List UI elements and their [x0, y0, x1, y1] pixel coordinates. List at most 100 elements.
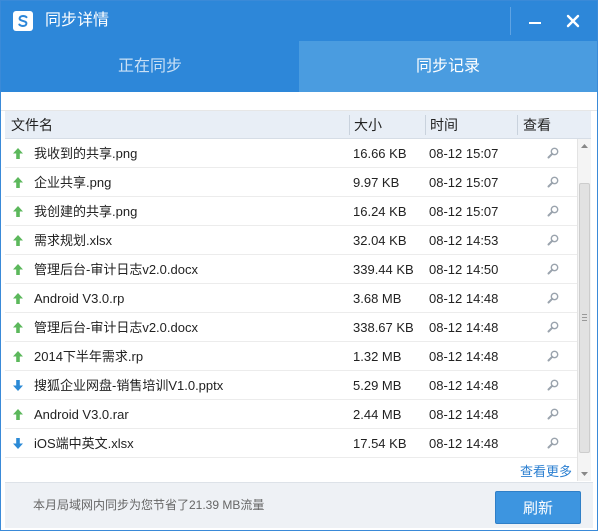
column-divider — [517, 115, 518, 135]
file-size: 339.44 KB — [353, 262, 414, 277]
table-row[interactable]: Android V3.0.rp 3.68 MB 08-12 14:48 — [5, 284, 577, 313]
file-name: Android V3.0.rar — [34, 407, 129, 422]
table-row[interactable]: Android V3.0.rar 2.44 MB 08-12 14:48 — [5, 400, 577, 429]
file-size: 338.67 KB — [353, 320, 414, 335]
app-logo-icon — [13, 11, 33, 31]
table-row[interactable]: 我创建的共享.png 16.24 KB 08-12 15:07 — [5, 197, 577, 226]
tab-syncing[interactable]: 正在同步 — [1, 41, 299, 92]
magnifier-icon[interactable] — [546, 233, 560, 247]
sync-time: 08-12 14:48 — [429, 378, 499, 393]
table-row[interactable]: 管理后台-审计日志v2.0.docx 338.67 KB 08-12 14:48 — [5, 313, 577, 342]
titlebar-divider — [510, 7, 511, 35]
upload-arrow-icon — [12, 292, 24, 305]
file-name: 2014下半年需求.rp — [34, 349, 144, 364]
table-row[interactable]: 需求规划.xlsx 32.04 KB 08-12 14:53 — [5, 226, 577, 255]
column-divider — [425, 115, 426, 135]
upload-arrow-icon — [12, 147, 24, 160]
upload-arrow-icon — [12, 176, 24, 189]
magnifier-icon[interactable] — [546, 262, 560, 276]
sync-time: 08-12 14:53 — [429, 233, 499, 248]
file-name: 管理后台-审计日志v2.0.docx — [34, 320, 198, 335]
file-size: 16.24 KB — [353, 204, 407, 219]
traffic-saved-message: 本月局域网内同步为您节省了21.39 MB流量 — [33, 498, 265, 512]
file-name: iOS端中英文.xlsx — [34, 436, 134, 451]
file-name: 企业共享.png — [34, 175, 112, 190]
title-bar[interactable]: 同步详情 — [1, 1, 597, 41]
upload-arrow-icon — [12, 321, 24, 334]
tab-content-spacer — [1, 92, 597, 111]
scroll-thumb[interactable] — [579, 183, 590, 453]
sync-time: 08-12 14:48 — [429, 291, 499, 306]
sync-record-list: 我收到的共享.png 16.66 KB 08-12 15:07 企业共享.png 9.9… — [5, 139, 577, 459]
tab-sync-records[interactable]: 同步记录 — [299, 41, 597, 92]
sync-time: 08-12 14:48 — [429, 436, 499, 451]
file-size: 5.29 MB — [353, 378, 402, 393]
file-name: 我创建的共享.png — [34, 204, 138, 219]
magnifier-icon[interactable] — [546, 349, 560, 363]
magnifier-icon[interactable] — [546, 436, 560, 450]
file-name: 需求规划.xlsx — [34, 233, 113, 248]
magnifier-icon[interactable] — [546, 146, 560, 160]
scroll-grip-line — [582, 314, 587, 315]
scroll-down-arrow-icon — [581, 472, 588, 476]
view-more-link[interactable]: 查看更多 — [520, 461, 572, 480]
file-size: 2.44 MB — [353, 407, 402, 422]
column-header-size[interactable]: 大小 — [354, 111, 382, 139]
table-row[interactable]: 企业共享.png 9.97 KB 08-12 15:07 — [5, 168, 577, 197]
magnifier-icon[interactable] — [546, 204, 560, 218]
upload-arrow-icon — [12, 205, 24, 218]
scroll-grip-line — [582, 320, 587, 321]
column-divider — [349, 115, 350, 135]
column-header-view[interactable]: 查看 — [523, 111, 551, 139]
upload-arrow-icon — [12, 350, 24, 363]
footer-bar: 本月局域网内同步为您节省了21.39 MB流量 刷新 — [5, 482, 593, 528]
table-header: 文件名 大小 时间 查看 — [5, 111, 591, 139]
close-button[interactable] — [557, 5, 589, 37]
file-size: 9.97 KB — [353, 175, 400, 190]
table-row[interactable]: 2014下半年需求.rp 1.32 MB 08-12 14:48 — [5, 342, 577, 371]
sync-time: 08-12 15:07 — [429, 204, 499, 219]
upload-arrow-icon — [12, 234, 24, 247]
download-arrow-icon — [12, 437, 24, 450]
scroll-grip-line — [582, 317, 587, 318]
window-title: 同步详情 — [45, 12, 110, 29]
scroll-up-button[interactable] — [578, 139, 591, 153]
magnifier-icon[interactable] — [546, 378, 560, 392]
file-name: 管理后台-审计日志v2.0.docx — [34, 262, 198, 277]
file-name: 我收到的共享.png — [34, 146, 138, 161]
table-row[interactable]: 管理后台-审计日志v2.0.docx 339.44 KB 08-12 14:50 — [5, 255, 577, 284]
tab-bar: 正在同步 同步记录 — [1, 41, 597, 92]
table-row[interactable]: iOS端中英文.xlsx 17.54 KB 08-12 14:48 — [5, 429, 577, 458]
sync-time: 08-12 14:50 — [429, 262, 499, 277]
file-name: 搜狐企业网盘-销售培训V1.0.pptx — [34, 378, 224, 393]
magnifier-icon[interactable] — [546, 407, 560, 421]
download-arrow-icon — [12, 379, 24, 392]
upload-arrow-icon — [12, 263, 24, 276]
magnifier-icon[interactable] — [546, 291, 560, 305]
minimize-button[interactable] — [519, 5, 551, 37]
table-row[interactable]: 我收到的共享.png 16.66 KB 08-12 15:07 — [5, 139, 577, 168]
column-header-filename[interactable]: 文件名 — [11, 111, 53, 139]
file-size: 1.32 MB — [353, 349, 402, 364]
column-header-time[interactable]: 时间 — [430, 111, 458, 139]
table-row[interactable]: 搜狐企业网盘-销售培训V1.0.pptx 5.29 MB 08-12 14:48 — [5, 371, 577, 400]
scroll-down-button[interactable] — [578, 467, 591, 481]
file-name: Android V3.0.rp — [34, 291, 125, 306]
scroll-up-arrow-icon — [581, 144, 588, 148]
magnifier-icon[interactable] — [546, 320, 560, 334]
file-size: 16.66 KB — [353, 146, 407, 161]
file-size: 3.68 MB — [353, 291, 402, 306]
sync-details-window: 同步详情 正在同步 同步记录 文件名 大小 时间 查看 我收到的共享.png 16… — [0, 0, 598, 531]
magnifier-icon[interactable] — [546, 175, 560, 189]
sync-time: 08-12 14:48 — [429, 320, 499, 335]
sync-time: 08-12 15:07 — [429, 175, 499, 190]
file-size: 17.54 KB — [353, 436, 407, 451]
sync-time: 08-12 14:48 — [429, 407, 499, 422]
upload-arrow-icon — [12, 408, 24, 421]
sync-time: 08-12 14:48 — [429, 349, 499, 364]
refresh-button[interactable]: 刷新 — [495, 491, 581, 524]
minimize-icon — [529, 22, 541, 24]
close-icon — [566, 14, 580, 28]
vertical-scrollbar[interactable] — [577, 139, 591, 481]
sync-time: 08-12 15:07 — [429, 146, 499, 161]
